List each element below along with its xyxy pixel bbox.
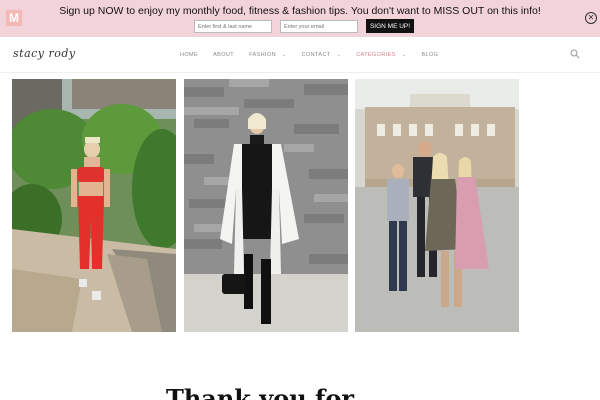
menu-item-categories[interactable]: CATEGORIES ⌄ bbox=[356, 52, 406, 58]
menu-item-contact[interactable]: CONTACT ⌄ bbox=[302, 52, 342, 58]
menu-item-label: ABOUT bbox=[213, 52, 235, 58]
sign-up-button[interactable]: SIGN ME UP! bbox=[366, 19, 414, 33]
photo-white-coat-image bbox=[184, 79, 348, 332]
menu-item-home[interactable]: HOME bbox=[180, 52, 198, 58]
menu-item-label: HOME bbox=[180, 52, 199, 58]
chevron-down-icon: ⌄ bbox=[401, 52, 407, 58]
menu-item-label: FASHION bbox=[249, 52, 277, 58]
chevron-down-icon: ⌄ bbox=[336, 52, 342, 58]
photo-family-portrait[interactable] bbox=[355, 79, 519, 332]
photo-family-image bbox=[355, 79, 519, 332]
menu-item-label: CATEGORIES bbox=[356, 52, 396, 58]
main-menu: HOME ABOUT FASHION ⌄ CONTACT ⌄ CATEGORIES ⌄… bbox=[180, 52, 453, 58]
close-icon[interactable]: ✕ bbox=[585, 12, 597, 24]
menu-item-blog[interactable]: BLOG bbox=[421, 52, 438, 58]
promo-message: Sign up NOW to enjoy my monthly food, fi… bbox=[59, 5, 541, 17]
email-field[interactable] bbox=[280, 20, 358, 33]
photo-red-workout-image bbox=[12, 79, 176, 332]
chevron-down-icon: ⌄ bbox=[282, 52, 287, 58]
menu-item-fashion[interactable]: FASHION ⌄ bbox=[249, 52, 287, 58]
site-logo[interactable]: stacy rody bbox=[13, 47, 76, 60]
menu-item-label: CONTACT bbox=[301, 52, 331, 58]
name-field[interactable] bbox=[194, 20, 272, 33]
menu-item-label: BLOG bbox=[421, 52, 439, 58]
promo-bar: M Sign up NOW to enjoy my monthly food, … bbox=[0, 0, 600, 37]
page-heading: Thank you for bbox=[166, 384, 355, 400]
site-header: stacy rody HOME ABOUT FASHION ⌄ CONTACT ⌄ … bbox=[0, 37, 600, 73]
photo-white-coat-outfit[interactable] bbox=[184, 79, 348, 332]
menu-item-about[interactable]: ABOUT bbox=[213, 52, 234, 58]
photo-red-workout-outfit[interactable] bbox=[12, 79, 176, 332]
search-icon[interactable] bbox=[570, 49, 580, 59]
